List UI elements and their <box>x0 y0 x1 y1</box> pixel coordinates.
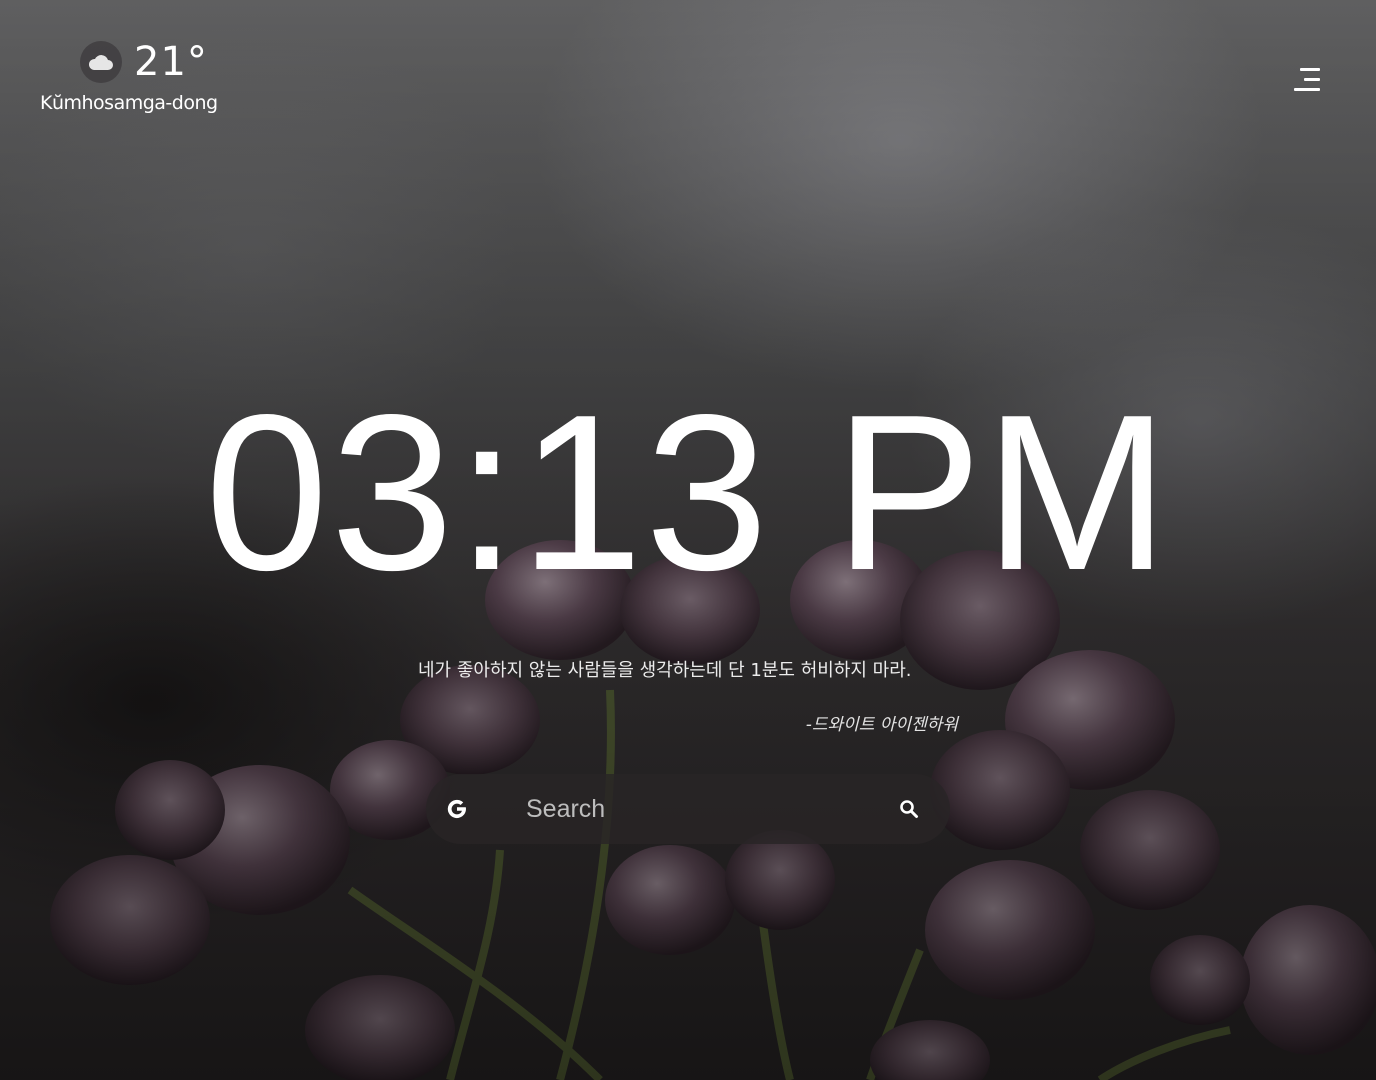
search-input[interactable] <box>524 788 894 830</box>
clock-time: 03:13 PM <box>204 369 1172 617</box>
google-g-icon[interactable] <box>442 794 472 824</box>
quote-text: 네가 좋아하지 않는 사람들을 생각하는데 단 1분도 허비하지 마라. <box>418 660 912 681</box>
menu-icon-bar <box>1304 78 1320 81</box>
temperature: 21° <box>134 39 208 85</box>
menu-icon-bar <box>1294 88 1320 91</box>
weather-row: 21° <box>80 38 240 86</box>
weather-widget[interactable]: 21° Kŭmhosamga-dong <box>40 38 240 114</box>
menu-icon <box>1300 68 1320 71</box>
quote-author: -드와이트 아이젠하워 <box>805 715 958 735</box>
cloud-icon <box>80 41 122 83</box>
menu-button[interactable] <box>1292 66 1320 94</box>
search-bar[interactable] <box>426 774 950 844</box>
location-name: Kŭmhosamga-dong <box>40 92 218 114</box>
search-icon[interactable] <box>894 794 924 824</box>
